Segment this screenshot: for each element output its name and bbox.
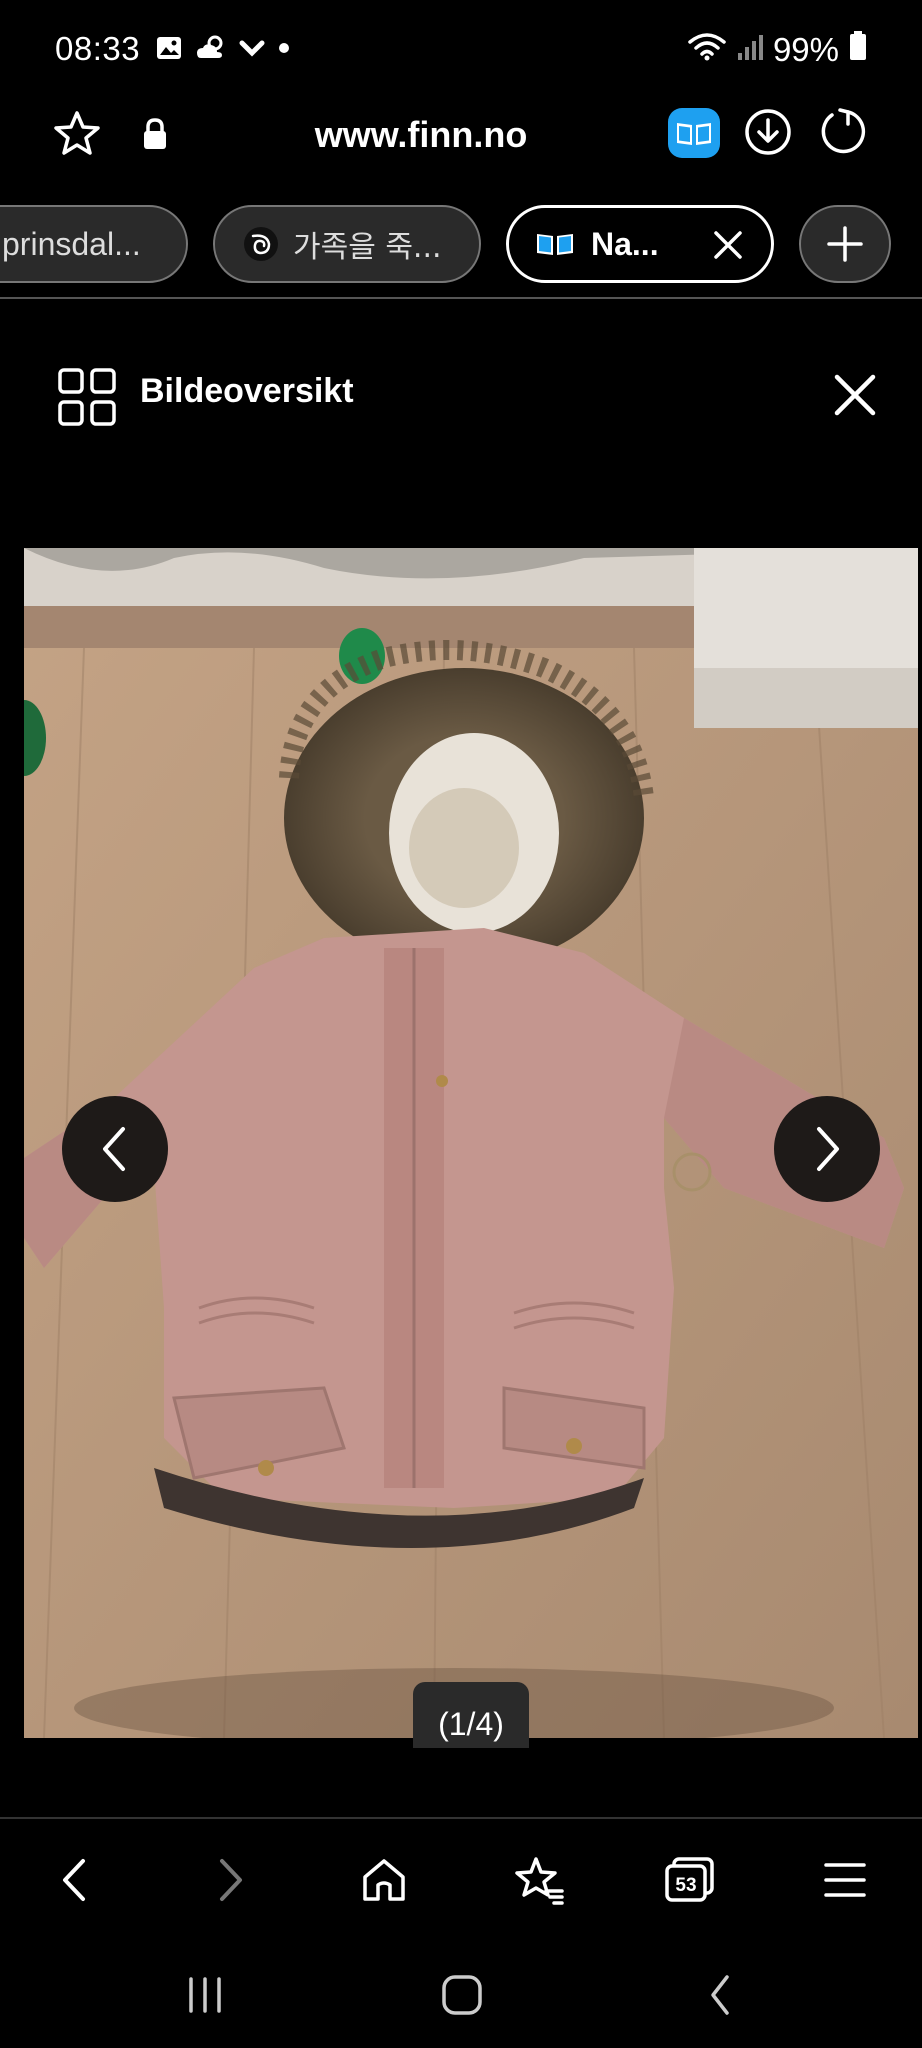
system-home-icon xyxy=(440,1973,484,2017)
menu-button[interactable] xyxy=(815,1850,875,1910)
tab-label: prinsdal... xyxy=(2,225,141,262)
chevron-right-icon xyxy=(807,1124,847,1174)
download-icon[interactable] xyxy=(744,108,792,161)
close-tab-icon[interactable] xyxy=(713,230,743,260)
tab-korean-news[interactable]: 가족을 죽... xyxy=(213,205,481,283)
chevron-left-icon xyxy=(95,1124,135,1174)
bookmarks-button[interactable] xyxy=(508,1850,568,1910)
recent-apps-button[interactable] xyxy=(175,1965,235,2025)
status-time: 08:33 xyxy=(55,30,141,67)
weather-icon xyxy=(195,34,227,67)
system-back-icon xyxy=(705,1973,735,2017)
star-list-icon xyxy=(512,1855,564,1905)
signal-icon xyxy=(737,31,763,69)
dot-icon xyxy=(277,41,291,60)
recent-apps-icon xyxy=(183,1975,227,2015)
status-notification-icons xyxy=(155,34,291,67)
listing-photo[interactable] xyxy=(24,548,918,1738)
next-image-button[interactable] xyxy=(774,1096,880,1202)
status-bar: 08:33 99% xyxy=(0,0,922,100)
grid-icon[interactable] xyxy=(58,368,116,431)
svg-text:53: 53 xyxy=(675,1875,696,1896)
spiral-icon xyxy=(243,226,279,262)
gallery-icon xyxy=(155,34,183,67)
browser-toolbar: 53 xyxy=(0,1820,922,1930)
wifi-icon xyxy=(687,30,727,70)
back-button[interactable] xyxy=(45,1850,105,1910)
tab-finn-active[interactable]: Na... xyxy=(506,205,774,283)
download-arrow-icon xyxy=(239,35,265,66)
tabs-button[interactable]: 53 xyxy=(660,1850,720,1910)
previous-image-button[interactable] xyxy=(62,1096,168,1202)
battery-percent: 99% xyxy=(772,31,839,68)
system-navigation-bar xyxy=(0,1935,922,2048)
system-home-button[interactable] xyxy=(432,1965,492,2025)
battery-icon xyxy=(849,31,867,69)
home-icon xyxy=(359,1855,409,1905)
toolbar-divider xyxy=(0,1817,922,1819)
reader-mode-icon[interactable] xyxy=(668,108,720,163)
plus-icon xyxy=(825,224,865,264)
image-counter: (1/4) xyxy=(413,1682,529,1748)
home-button[interactable] xyxy=(354,1850,414,1910)
back-arrow-icon xyxy=(57,1855,93,1905)
forward-button[interactable] xyxy=(200,1850,260,1910)
hamburger-menu-icon xyxy=(823,1860,867,1900)
tab-label: 가족을 죽... xyxy=(293,230,442,265)
reload-icon[interactable] xyxy=(818,106,868,161)
system-back-button[interactable] xyxy=(690,1965,750,2025)
tab-prinsdal[interactable]: prinsdal... xyxy=(0,205,188,283)
forward-arrow-icon xyxy=(212,1855,248,1905)
tab-label: Na... xyxy=(591,225,659,262)
reader-tab-icon xyxy=(535,229,575,259)
close-gallery-icon[interactable] xyxy=(834,374,876,421)
tabs-count-icon: 53 xyxy=(664,1855,716,1905)
gallery-title: Bildeoversikt xyxy=(140,372,354,410)
new-tab-button[interactable] xyxy=(799,205,891,283)
status-right: 99% xyxy=(687,30,867,70)
tabs-divider xyxy=(0,297,922,299)
tabs-row: prinsdal... 가족을 죽... Na... xyxy=(0,205,922,285)
